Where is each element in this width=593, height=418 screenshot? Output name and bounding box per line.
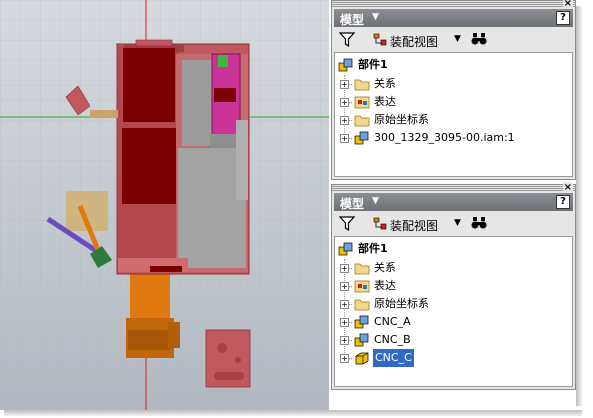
selected-tree-label: CNC_C [373, 349, 414, 367]
browser-titlebar[interactable]: 模型 ▼ ? [334, 9, 573, 27]
expand-toggle[interactable]: + [340, 98, 349, 107]
expand-toggle[interactable]: + [340, 264, 349, 273]
expand-toggle[interactable]: + [340, 354, 349, 363]
chevron-down-icon[interactable]: ▼ [454, 218, 461, 228]
screenshot-shadow-bottom [4, 410, 582, 416]
tree-root[interactable]: 部件1 [338, 56, 538, 74]
browser-toolbar: 装配视图 ▼ [334, 29, 573, 51]
binoculars-icon[interactable] [471, 32, 487, 49]
expand-toggle[interactable]: + [340, 300, 349, 309]
part-icon [354, 351, 370, 372]
model-tree: 部件1 + 关系 + 表达 + 原始坐标系 + [334, 52, 573, 177]
expand-toggle[interactable]: + [340, 318, 349, 327]
tree-item-origin[interactable]: + 原始坐标系 [340, 111, 540, 129]
help-button[interactable]: ? [556, 195, 570, 209]
tree-item-cnc-a[interactable]: + CNC_A [340, 313, 540, 331]
assembly-icon [354, 131, 370, 152]
tree-item-relations[interactable]: + 关系 [340, 75, 540, 93]
chevron-down-icon[interactable]: ▼ [372, 196, 379, 206]
graphics-viewport[interactable] [0, 0, 329, 410]
tree-item-representations[interactable]: + 表达 [340, 93, 540, 111]
tree-item-cnc-c[interactable]: + CNC_C [340, 349, 540, 367]
lower-right-plate [205, 329, 251, 388]
browser-titlebar[interactable]: 模型 ▼ ? [334, 193, 573, 211]
chevron-down-icon[interactable]: ▼ [454, 34, 461, 44]
expand-toggle[interactable]: + [340, 336, 349, 345]
model-browser-panel-top: × 模型 ▼ ? 装配视图 ▼ 部件1 + 关系 + 表达 + 原始坐标系 + … [331, 0, 576, 180]
filter-icon[interactable] [338, 32, 356, 50]
assembly-model-view [0, 0, 329, 410]
screenshot-shadow-right [576, 6, 582, 406]
browser-title: 模型 [340, 13, 365, 27]
expand-toggle[interactable]: + [340, 80, 349, 89]
assembly-view-icon[interactable] [372, 32, 388, 50]
assembly-view-label[interactable]: 装配视图 [390, 33, 438, 50]
expand-toggle[interactable]: + [340, 282, 349, 291]
browser-toolbar: 装配视图 ▼ [334, 213, 573, 235]
tree-item-representations[interactable]: + 表达 [340, 277, 540, 295]
panel-grip[interactable]: × [332, 0, 575, 10]
chevron-down-icon[interactable]: ▼ [372, 12, 379, 22]
tree-root[interactable]: 部件1 [338, 240, 538, 258]
tree-item-subassembly[interactable]: + 300_1329_3095-00.iam:1 [340, 129, 570, 147]
filter-icon[interactable] [338, 216, 356, 234]
browser-title: 模型 [340, 197, 365, 211]
expand-toggle[interactable]: + [340, 116, 349, 125]
assembly-view-label[interactable]: 装配视图 [390, 217, 438, 234]
tree-item-origin[interactable]: + 原始坐标系 [340, 295, 540, 313]
expand-toggle[interactable]: + [340, 134, 349, 143]
model-browser-panel-bottom: × 模型 ▼ ? 装配视图 ▼ 部件1 + 关系 + 表达 + 原始坐标系 + … [331, 182, 576, 390]
main-cabinet [116, 39, 250, 275]
binoculars-icon[interactable] [471, 216, 487, 233]
panel-grip[interactable]: × [332, 182, 575, 194]
tree-item-cnc-b[interactable]: + CNC_B [340, 331, 540, 349]
tree-item-relations[interactable]: + 关系 [340, 259, 540, 277]
model-tree: 部件1 + 关系 + 表达 + 原始坐标系 + [334, 236, 573, 387]
help-button[interactable]: ? [556, 11, 570, 25]
assembly-view-icon[interactable] [372, 216, 388, 234]
